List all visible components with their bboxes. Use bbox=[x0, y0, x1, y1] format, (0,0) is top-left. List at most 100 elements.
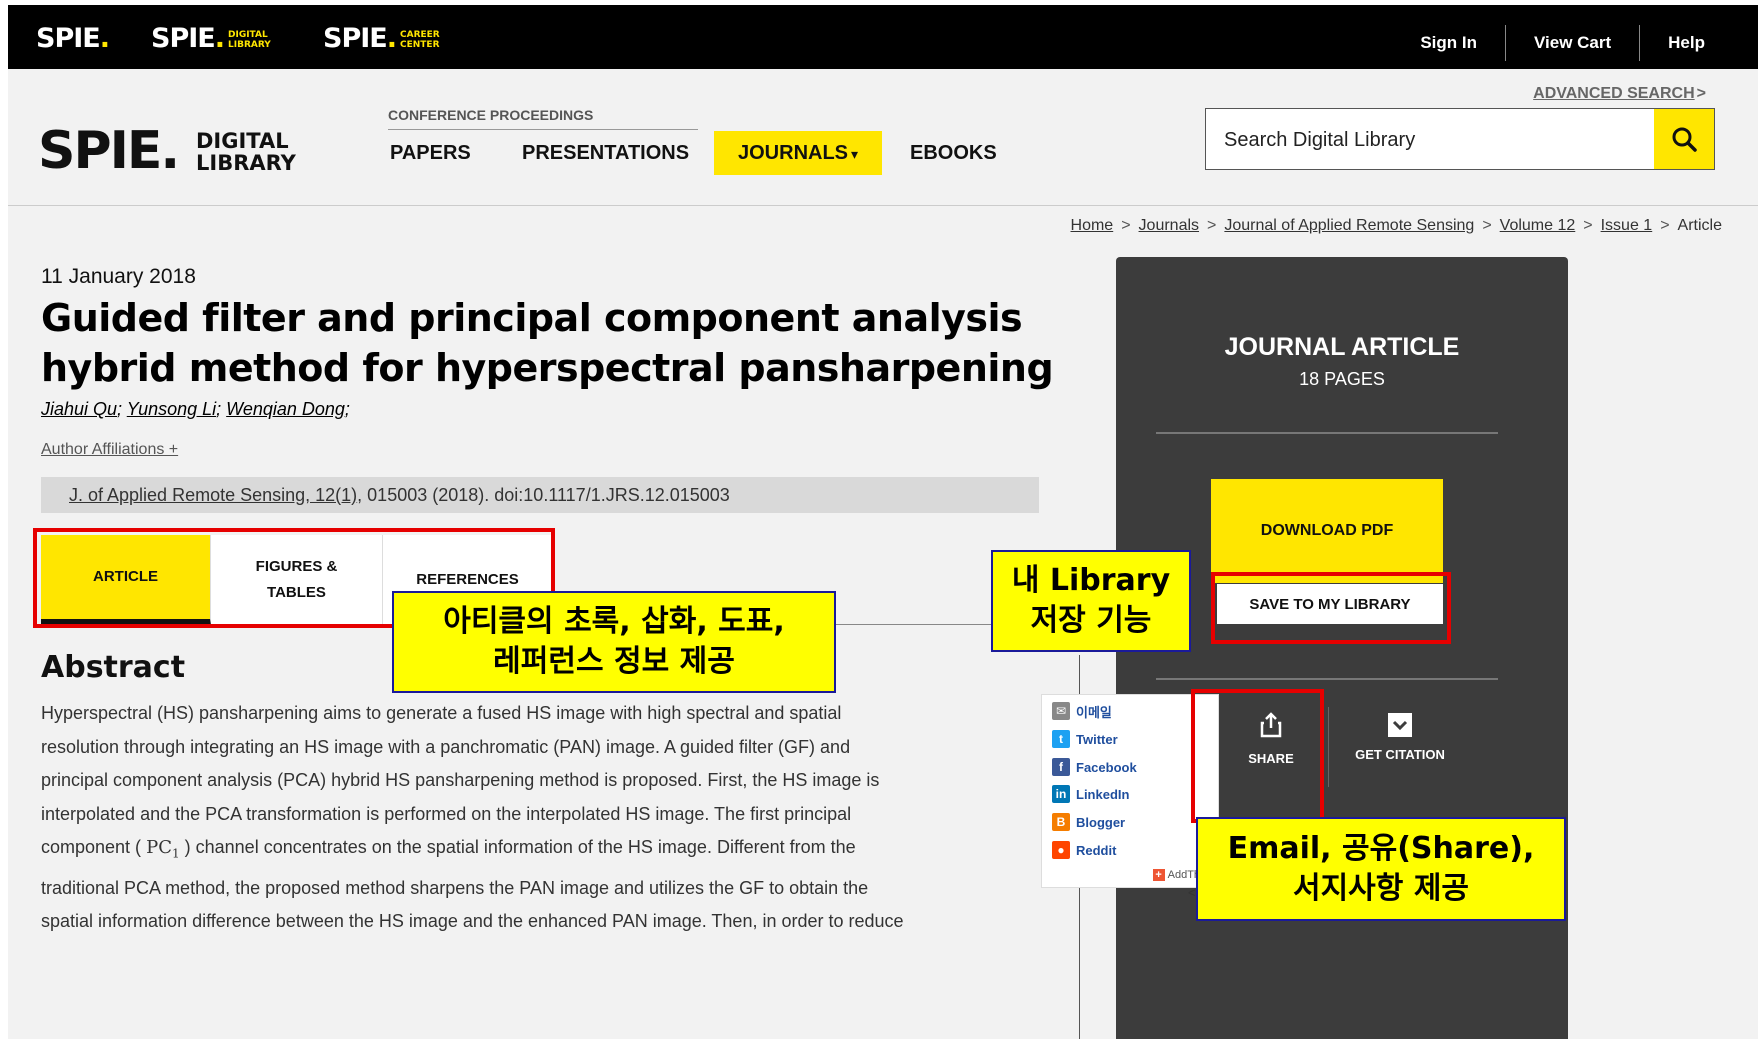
conference-proceedings-label[interactable]: CONFERENCE PROCEEDINGS bbox=[388, 107, 698, 130]
brand-sub: CENTER bbox=[400, 39, 440, 50]
share-menu: ✉ 이메일 t Twitter f Facebook in LinkedIn B Blog… bbox=[1041, 694, 1219, 888]
save-to-library-button[interactable]: SAVE TO MY LIBRARY bbox=[1217, 584, 1443, 624]
nav-journals[interactable]: JOURNALS ▾ bbox=[714, 131, 883, 175]
breadcrumb-volume[interactable]: Volume 12 bbox=[1500, 217, 1576, 234]
get-citation-label: GET CITATION bbox=[1355, 747, 1445, 762]
logo-main: SPIE. bbox=[38, 121, 180, 181]
callout-line: 내 Library bbox=[1011, 563, 1171, 598]
abstract-heading: Abstract bbox=[41, 650, 186, 685]
citation-bar: J. of Applied Remote Sensing, 12(1), 015… bbox=[41, 477, 1039, 513]
help-link[interactable]: Help bbox=[1639, 25, 1733, 61]
page-count: 18 PAGES bbox=[1299, 369, 1385, 389]
download-pdf-button[interactable]: DOWNLOAD PDF bbox=[1211, 479, 1443, 583]
abstract-line: principal component analysis (PCA) hybri… bbox=[41, 770, 880, 791]
share-email[interactable]: ✉ 이메일 bbox=[1052, 701, 1112, 721]
spie-career-center-brand-link[interactable]: SPIE. CAREER CENTER bbox=[323, 23, 440, 54]
share-linkedin[interactable]: in LinkedIn bbox=[1052, 784, 1129, 804]
nav-presentations[interactable]: PRESENTATIONS bbox=[522, 131, 689, 175]
share-label: Reddit bbox=[1076, 842, 1117, 858]
share-icon bbox=[1260, 712, 1282, 738]
share-label: LinkedIn bbox=[1076, 786, 1130, 802]
share-label: Twitter bbox=[1076, 731, 1118, 747]
abstract-text: Hyperspectral (HS) pansharpening aims to… bbox=[41, 697, 1041, 939]
brand-name: SPIE bbox=[36, 23, 101, 54]
panel-divider bbox=[1156, 678, 1498, 680]
header-divider bbox=[8, 205, 1758, 206]
pc-symbol: PC bbox=[146, 837, 172, 859]
tab-article[interactable]: ARTICLE bbox=[41, 535, 211, 625]
abstract-line: component ( PC1 ) channel concentrates o… bbox=[41, 831, 1041, 871]
advanced-search-label: ADVANCED SEARCH bbox=[1533, 85, 1695, 102]
breadcrumb-home[interactable]: Home bbox=[1071, 217, 1114, 234]
share-twitter[interactable]: t Twitter bbox=[1052, 729, 1118, 749]
abstract-line: Hyperspectral (HS) pansharpening aims to… bbox=[41, 703, 842, 723]
citation-details: , 015003 (2018). doi:10.1117/1.JRS.12.01… bbox=[357, 485, 730, 505]
share-label: Facebook bbox=[1076, 759, 1137, 775]
callout-line: 아티클의 초록, 삽화, 도표, bbox=[443, 604, 785, 639]
advanced-search-link[interactable]: ADVANCED SEARCH > bbox=[1533, 85, 1706, 103]
share-label: Blogger bbox=[1076, 814, 1126, 830]
search-input[interactable] bbox=[1222, 109, 1606, 171]
brand-name: SPIE bbox=[151, 23, 216, 54]
author-link[interactable]: Jiahui Qu bbox=[41, 399, 117, 419]
blogger-icon: B bbox=[1052, 813, 1070, 831]
chevron-down-icon bbox=[1388, 713, 1412, 737]
callout-line: 서지사항 제공 bbox=[1292, 871, 1470, 906]
spie-brand-link[interactable]: SPIE. bbox=[36, 23, 110, 54]
facebook-icon: f bbox=[1052, 758, 1070, 776]
nav-papers[interactable]: PAPERS bbox=[390, 131, 471, 175]
abstract-line: traditional PCA method, the proposed met… bbox=[41, 877, 869, 898]
tab-label: REFERENCES bbox=[416, 571, 519, 588]
brand-sub: DIGITAL bbox=[228, 29, 268, 40]
article-title: Guided filter and principal component an… bbox=[41, 296, 1054, 390]
tab-figures-tables[interactable]: FIGURES & TABLES bbox=[211, 535, 383, 625]
tab-label: ARTICLE bbox=[93, 568, 158, 585]
search-button[interactable] bbox=[1654, 109, 1714, 169]
author-link[interactable]: Yunsong Li bbox=[127, 399, 216, 419]
abstract-line: spatial information difference between t… bbox=[41, 911, 904, 932]
nav-ebooks[interactable]: EBOOKS bbox=[910, 131, 997, 175]
linkedin-icon: in bbox=[1052, 785, 1070, 803]
breadcrumb-journals[interactable]: Journals bbox=[1139, 217, 1199, 234]
publication-date: 11 January 2018 bbox=[41, 265, 196, 288]
breadcrumb-separator: > bbox=[1660, 217, 1670, 234]
twitter-icon: t bbox=[1052, 730, 1070, 748]
breadcrumb-issue[interactable]: Issue 1 bbox=[1601, 217, 1653, 234]
addthis-icon: + bbox=[1152, 869, 1165, 881]
share-label: SHARE bbox=[1248, 751, 1294, 766]
abstract-line: interpolated and the PCA transformation … bbox=[41, 803, 852, 824]
tab-label: FIGURES & bbox=[255, 558, 338, 575]
search-icon bbox=[1672, 127, 1697, 152]
abstract-fragment: component ( bbox=[41, 837, 142, 858]
pc1-math: PC1 bbox=[146, 837, 180, 861]
tab-label: TABLES bbox=[267, 584, 326, 601]
callout-line: 레퍼런스 정보 제공 bbox=[493, 644, 735, 679]
breadcrumb-journal[interactable]: Journal of Applied Remote Sensing bbox=[1224, 217, 1474, 234]
view-cart-link[interactable]: View Cart bbox=[1504, 25, 1639, 61]
abstract-fragment: ) bbox=[184, 837, 191, 858]
caret-down-icon: ▾ bbox=[851, 146, 859, 162]
article-type: JOURNAL ARTICLE bbox=[1224, 333, 1460, 361]
breadcrumb-separator: > bbox=[1482, 217, 1492, 234]
journal-citation-link[interactable]: J. of Applied Remote Sensing, 12(1) bbox=[69, 485, 357, 505]
share-reddit[interactable]: ● Reddit bbox=[1052, 840, 1116, 860]
callout-line: 저장 기능 bbox=[1030, 603, 1152, 638]
author-affiliations-toggle[interactable]: Author Affiliations + bbox=[41, 441, 178, 459]
brand-sub: CAREER bbox=[400, 29, 440, 40]
share-facebook[interactable]: f Facebook bbox=[1052, 757, 1137, 777]
spie-digital-library-logo[interactable]: SPIE. DIGITAL LIBRARY bbox=[38, 121, 296, 181]
logo-line: LIBRARY bbox=[196, 151, 296, 175]
share-more-arrow[interactable]: < bbox=[1188, 885, 1196, 900]
author-link[interactable]: Wenqian Dong bbox=[226, 399, 345, 419]
share-button[interactable]: SHARE bbox=[1226, 712, 1316, 766]
breadcrumb-separator: > bbox=[1121, 217, 1131, 234]
panel-divider bbox=[1156, 432, 1498, 434]
author-list: Jiahui Qu; Yunsong Li; Wenqian Dong; bbox=[41, 399, 350, 419]
advanced-search-arrow: > bbox=[1696, 85, 1706, 102]
breadcrumb-separator: > bbox=[1583, 217, 1593, 234]
page-frame: SPIE. SPIE. DIGITAL LIBRARY SPIE. CAREER CEN… bbox=[8, 5, 1758, 1039]
share-blogger[interactable]: B Blogger bbox=[1052, 812, 1125, 832]
sign-in-link[interactable]: Sign In bbox=[1392, 25, 1505, 61]
spie-digital-library-brand-link[interactable]: SPIE. DIGITAL LIBRARY bbox=[151, 23, 271, 77]
get-citation-button[interactable]: GET CITATION bbox=[1336, 712, 1464, 762]
